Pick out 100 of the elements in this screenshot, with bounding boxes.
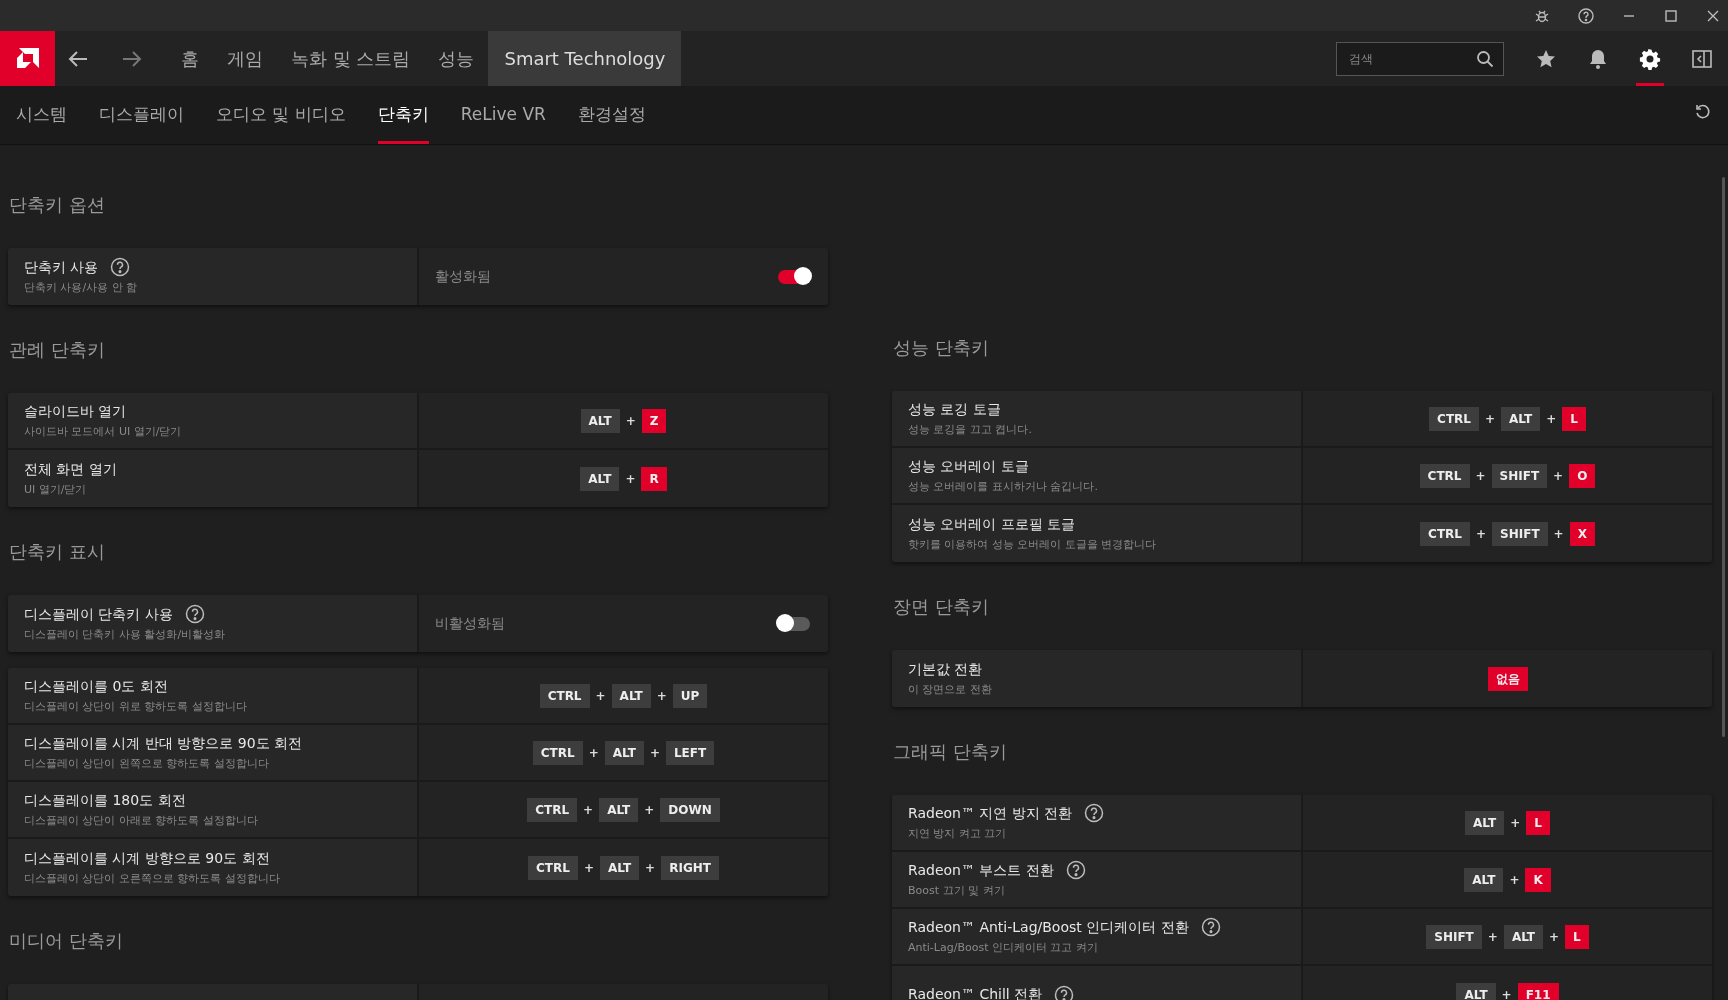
plus-sign: +	[656, 687, 667, 705]
setting-title: 슬라이드바 열기	[24, 401, 127, 421]
key-cap: UP	[672, 683, 708, 708]
setting-description: 사이드바 모드에서 UI 열기/닫기	[24, 423, 183, 440]
key-cap: DOWN	[660, 797, 720, 822]
help-icon[interactable]	[184, 604, 205, 625]
section-heading: 장면 단축키	[892, 594, 989, 619]
plus-sign: +	[1487, 928, 1498, 946]
key-cap: LEFT	[665, 740, 715, 765]
logo-icon[interactable]	[0, 31, 55, 86]
plus-sign: +	[595, 687, 606, 705]
setting-title: 전체 화면 열기	[24, 459, 117, 479]
plus-sign: +	[1546, 410, 1557, 428]
tab[interactable]: ReLive VR	[460, 86, 546, 144]
toggle-switch[interactable]	[778, 269, 810, 284]
setting-description: 이 장면으로 전환	[908, 681, 993, 698]
key-cap: CTRL	[532, 740, 583, 765]
tab[interactable]: 단축키	[377, 86, 429, 144]
plus-sign: +	[649, 744, 660, 762]
help-icon[interactable]	[1578, 7, 1594, 24]
help-icon[interactable]	[1084, 803, 1105, 824]
help-icon[interactable]	[1054, 984, 1075, 1000]
setting-title: Radeon™ Chill 전환	[908, 985, 1043, 1000]
setting-title: 기본값 전환	[908, 659, 983, 679]
setting-title: 성능 오버레이 프로필 토글	[908, 514, 1076, 534]
key-cap: RIGHT	[661, 855, 719, 880]
setting-description: 성능 로깅을 끄고 켭니다.	[908, 421, 1033, 438]
setting-title: 디스플레이를 180도 회전	[24, 790, 186, 810]
setting-title: 디스플레이를 시계 반대 방향으로 90도 회전	[24, 733, 303, 753]
key-cap: ALT	[1456, 982, 1496, 1000]
reset-icon[interactable]	[1694, 103, 1712, 121]
key-cap: CTRL	[527, 797, 578, 822]
key-cap: ALT	[604, 740, 644, 765]
plus-sign: +	[583, 859, 594, 877]
setting-description: 지연 방지 켜고 끄기	[908, 825, 1008, 842]
search-field[interactable]: 검색	[1336, 41, 1504, 76]
setting-description: 디스플레이 상단이 왼쪽으로 향하도록 설정합니다	[24, 755, 270, 772]
tab[interactable]: 오디오 및 비디오	[216, 86, 346, 144]
status-text: 비활성화됨	[435, 614, 505, 633]
plus-sign: +	[1509, 871, 1520, 889]
scrollbar[interactable]	[1722, 177, 1725, 737]
key-cap: F11	[1517, 982, 1559, 1000]
key-cap: ALT	[1465, 810, 1505, 835]
plus-sign: +	[1549, 928, 1560, 946]
key-cap: CTRL	[1429, 406, 1479, 431]
toggle-switch[interactable]	[778, 616, 810, 631]
plus-sign: +	[644, 801, 655, 819]
key-cap: R	[641, 466, 667, 491]
key-cap: CTRL	[528, 855, 578, 880]
key-cap: ALT	[611, 683, 651, 708]
tab[interactable]: 시스템	[16, 86, 67, 144]
nav-tab[interactable]: 녹화 및 스트림	[277, 31, 425, 86]
setting-title: 성능 오버레이 토글	[908, 456, 1029, 476]
setting-description: Anti-Lag/Boost 인디케이터 끄고 켜기	[908, 939, 1099, 956]
maximize-icon[interactable]	[1664, 8, 1678, 23]
key-cap: K	[1525, 867, 1551, 892]
key-cap: ALT	[1501, 406, 1541, 431]
nav-tab[interactable]: 게임	[213, 31, 277, 86]
key-cap: SHIFT	[1492, 521, 1548, 546]
plus-sign: +	[1501, 986, 1512, 1000]
setting-title: Radeon™ 지연 방지 전환	[908, 803, 1073, 823]
setting-description: 디스플레이 상단이 아래로 향하도록 설정합니다	[24, 812, 259, 829]
setting-description: 디스플레이 상단이 위로 향하도록 설정합니다	[24, 698, 248, 715]
key-cap: Z	[641, 408, 667, 433]
search-icon[interactable]	[1476, 49, 1494, 68]
plus-sign: +	[583, 801, 594, 819]
status-text: 활성화됨	[435, 267, 491, 286]
nav-tab[interactable]: 홈	[167, 31, 213, 86]
setting-title: Radeon™ 부스트 전환	[908, 860, 1054, 880]
key-cap: ALT	[580, 408, 620, 433]
close-icon[interactable]	[1706, 8, 1720, 23]
plus-sign: +	[1475, 525, 1487, 543]
setting-title: Radeon™ Anti-Lag/Boost 인디케이터 전환	[908, 917, 1189, 937]
plus-sign: +	[1553, 467, 1564, 485]
setting-title: 디스플레이 단축키 사용	[24, 604, 173, 624]
tab[interactable]: 환경설정	[577, 86, 646, 144]
key-cap: L	[1565, 924, 1589, 949]
plus-sign: +	[588, 744, 599, 762]
key-cap: O	[1569, 463, 1596, 488]
section-heading: 단축키 표시	[8, 539, 105, 564]
nav-tab[interactable]: Smart Technology	[488, 31, 682, 86]
setting-description: 핫키를 이용하여 성능 오버레이 토글을 변경합니다	[908, 536, 1158, 553]
key-cap: L	[1526, 810, 1550, 835]
section-heading: 단축키 옵션	[8, 192, 105, 217]
help-icon[interactable]	[110, 257, 131, 278]
section-heading: 미디어 단축키	[8, 928, 123, 953]
key-cap: L	[1562, 406, 1586, 431]
section-heading: 그래픽 단축키	[892, 739, 1007, 764]
setting-description: 디스플레이 상단이 오른쪽으로 향하도록 설정합니다	[24, 870, 281, 887]
section-heading: 관례 단축키	[8, 337, 105, 362]
tab[interactable]: 디스플레이	[99, 86, 184, 144]
key-cap: ALT	[1503, 924, 1543, 949]
key-cap: ALT	[580, 466, 620, 491]
key-cap: SHIFT	[1491, 463, 1548, 488]
help-icon[interactable]	[1065, 860, 1086, 881]
help-icon[interactable]	[1200, 917, 1221, 938]
setting-description: UI 열기/닫기	[24, 481, 88, 498]
key-cap: 없음	[1487, 666, 1528, 691]
nav-tab[interactable]: 성능	[424, 31, 489, 86]
key-cap: CTRL	[539, 683, 590, 708]
